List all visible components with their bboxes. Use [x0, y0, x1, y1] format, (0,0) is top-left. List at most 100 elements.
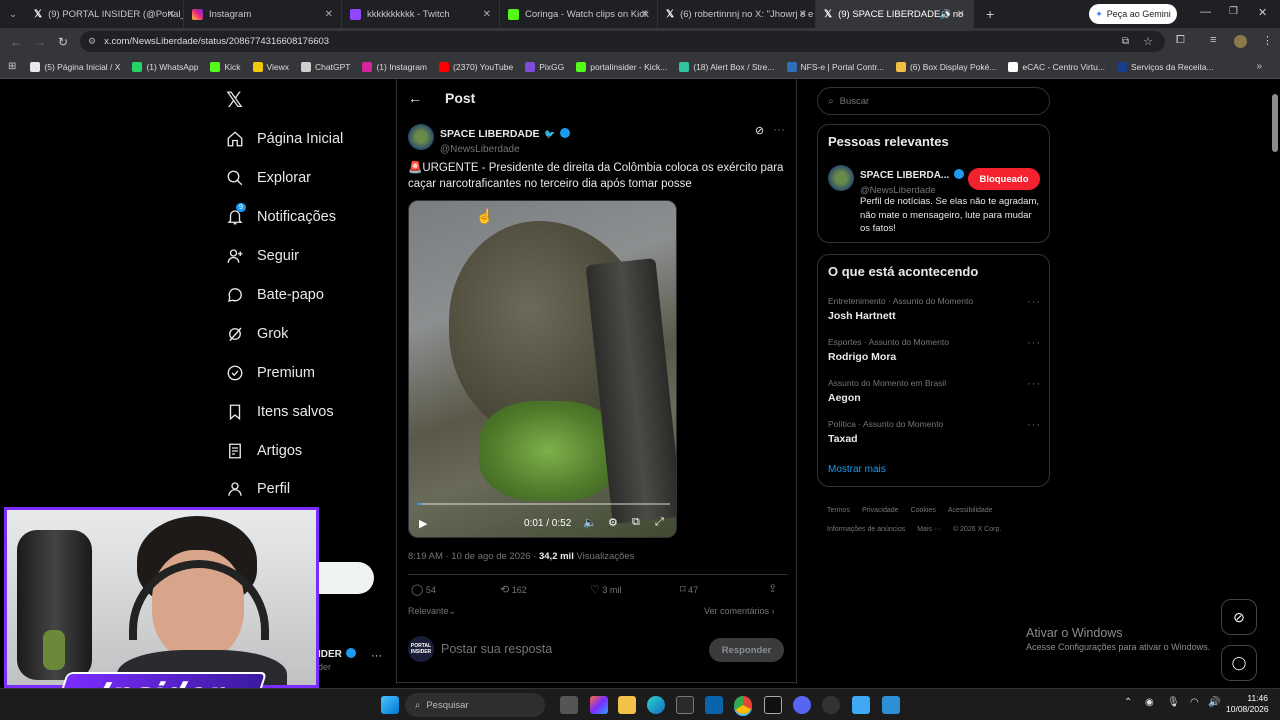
bookmark-item[interactable]: (5) Página Inicial / X: [30, 61, 120, 72]
sort-dropdown[interactable]: Relevante⌄: [408, 606, 456, 617]
footer-link[interactable]: Termos: [827, 507, 850, 514]
photos-icon[interactable]: [882, 696, 900, 714]
audio-icon[interactable]: 🔊: [940, 9, 951, 20]
more-icon[interactable]: ···: [1027, 419, 1041, 431]
show-more-link[interactable]: Mostrar mais: [828, 464, 886, 475]
footer-link[interactable]: Cookies: [911, 507, 936, 514]
grok-icon[interactable]: ⊘: [755, 124, 764, 137]
view-comments-link[interactable]: Ver comentários ›: [704, 606, 775, 616]
trend-item[interactable]: Política · Assunto do Momento Taxad ···: [828, 419, 1041, 445]
footer-link[interactable]: Informações de anúncios: [827, 526, 905, 533]
bookmark-item[interactable]: (2370) YouTube: [439, 61, 513, 72]
x-logo-icon[interactable]: 𝕏: [226, 88, 243, 112]
reply-button[interactable]: Responder: [709, 638, 784, 662]
video-player[interactable]: ▶ 0:01 / 0:52 🔈 ⚙ ⧉ ⤢: [408, 200, 677, 538]
nav-item-profile[interactable]: Perfil: [226, 477, 290, 501]
search-input[interactable]: ⌕ Buscar: [817, 87, 1050, 115]
store-icon[interactable]: [676, 696, 694, 714]
bookmark-item[interactable]: (1) Instagram: [362, 61, 427, 72]
footer-link[interactable]: Privacidade: [862, 507, 899, 514]
url-field[interactable]: ⚙ x.com/NewsLiberdade/status/20867743166…: [80, 31, 1165, 52]
nav-item-grok[interactable]: Grok: [226, 322, 288, 346]
like-action[interactable]: ♡ 3 mil: [590, 583, 621, 596]
browser-tab-active[interactable]: 𝕏 (9) SPACE LIBERDADE ◆ no 🔊 ✕: [816, 0, 974, 28]
task-view-icon[interactable]: [560, 696, 578, 714]
more-icon[interactable]: ···: [773, 122, 785, 136]
nav-item-chat[interactable]: Bate-papo: [226, 283, 324, 307]
nav-item-bookmarks[interactable]: Itens salvos: [226, 400, 334, 424]
avatar[interactable]: [1234, 35, 1247, 48]
site-info-icon[interactable]: ⚙: [88, 36, 96, 47]
extensions-icon[interactable]: ⧠: [1176, 34, 1185, 47]
back-arrow-icon[interactable]: ←: [408, 90, 422, 106]
bookmark-item[interactable]: NFS-e | Portal Contr...: [786, 61, 884, 72]
discord-icon[interactable]: [793, 696, 811, 714]
chrome-icon[interactable]: [734, 696, 752, 714]
relevant-user[interactable]: SPACE LIBERDA... @NewsLiberdade: [860, 165, 964, 196]
bookmark-action[interactable]: ⌑ 47: [680, 583, 698, 596]
nav-item-premium[interactable]: Premium: [226, 361, 315, 385]
more-icon[interactable]: ···: [1027, 296, 1041, 308]
nav-item-follow[interactable]: Seguir: [226, 244, 299, 268]
browser-tab[interactable]: kkkkkkkkkk - Twitch ✕: [342, 0, 500, 28]
tab-search-chevron-icon[interactable]: ⌄: [0, 9, 26, 20]
bookmark-item[interactable]: eCAC - Centro Virtu...: [1008, 61, 1105, 72]
obs-icon[interactable]: [822, 696, 840, 714]
bookmark-item[interactable]: PixGG: [525, 61, 564, 72]
close-icon[interactable]: ✕: [641, 9, 649, 20]
settings-icon[interactable]: ⚙: [608, 516, 618, 529]
install-icon[interactable]: ⧉: [1122, 36, 1129, 47]
grok-float-button[interactable]: ⊘: [1221, 599, 1257, 635]
more-icon[interactable]: ···: [1027, 378, 1041, 390]
edge-icon[interactable]: [647, 696, 665, 714]
picture-in-picture-icon[interactable]: ⧉: [632, 516, 640, 529]
bookmark-item[interactable]: (18) Alert Box / Stre...: [679, 61, 775, 72]
minimize-button[interactable]: —: [1200, 6, 1211, 18]
footer-link[interactable]: Mais ···: [917, 526, 941, 533]
browser-tab[interactable]: Instagram ✕: [184, 0, 342, 28]
copilot-icon[interactable]: [590, 696, 608, 714]
nav-item-notifications[interactable]: 9 Notificações: [226, 203, 336, 229]
clock[interactable]: 11:46 10/08/2026: [1226, 693, 1269, 715]
network-icon[interactable]: ◉: [1145, 697, 1154, 708]
share-icon[interactable]: ⇪: [768, 582, 777, 595]
back-icon[interactable]: ←: [10, 35, 22, 49]
nav-item-home[interactable]: Página Inicial: [226, 127, 343, 151]
outlook-icon[interactable]: [705, 696, 723, 714]
close-icon[interactable]: ✕: [483, 9, 491, 20]
forward-icon[interactable]: →: [34, 35, 46, 49]
new-tab-button[interactable]: +: [986, 6, 994, 22]
trend-item[interactable]: Entretenimento · Assunto do Momento Josh…: [828, 296, 1041, 322]
trend-item[interactable]: Esportes · Assunto do Momento Rodrigo Mo…: [828, 337, 1041, 363]
avatar[interactable]: [828, 165, 854, 191]
post-timestamp[interactable]: 8:19 AM · 10 de ago de 2026 ·: [408, 551, 539, 562]
tray-overflow-icon[interactable]: ⌃: [1124, 697, 1132, 708]
browser-tab[interactable]: 𝕏 (9) PORTAL INSIDER (@Portal_I ✕: [26, 0, 184, 28]
close-window-button[interactable]: ✕: [1258, 6, 1267, 19]
capcut-icon[interactable]: [764, 696, 782, 714]
close-icon[interactable]: ✕: [799, 9, 807, 20]
account-switcher[interactable]: IDER der ···: [318, 644, 388, 674]
notepad-icon[interactable]: [852, 696, 870, 714]
more-icon[interactable]: ···: [1027, 337, 1041, 349]
wifi-icon[interactable]: ◠: [1190, 697, 1199, 708]
volume-icon[interactable]: 🔊: [1208, 697, 1220, 708]
footer-link[interactable]: Acessibilidade: [948, 507, 993, 514]
video-progress-track[interactable]: [417, 503, 670, 505]
nav-item-articles[interactable]: Artigos: [226, 439, 302, 463]
bookmark-item[interactable]: portalinsider - Kick...: [576, 61, 667, 72]
menu-icon[interactable]: ⋮: [1262, 34, 1273, 47]
file-explorer-icon[interactable]: [618, 696, 636, 714]
bookmark-item[interactable]: (1) WhatsApp: [132, 61, 198, 72]
messages-float-button[interactable]: ◯: [1221, 645, 1257, 681]
browser-tab[interactable]: 𝕏 (6) robertinnnj no X: "Jhowrj é e ✕: [658, 0, 816, 28]
blocked-button[interactable]: Bloqueado: [968, 168, 1040, 190]
taskbar-search[interactable]: ⌕ Pesquisar: [405, 693, 545, 717]
scrollbar[interactable]: [1272, 82, 1278, 682]
apps-icon[interactable]: ⊞: [8, 61, 16, 72]
close-icon[interactable]: ✕: [957, 9, 965, 20]
windows-start-icon[interactable]: [381, 696, 399, 714]
volume-icon[interactable]: 🔈: [583, 516, 597, 529]
bookmark-item[interactable]: Kick: [210, 61, 241, 72]
browser-tab[interactable]: Coringa - Watch clips on Kick ✕: [500, 0, 658, 28]
